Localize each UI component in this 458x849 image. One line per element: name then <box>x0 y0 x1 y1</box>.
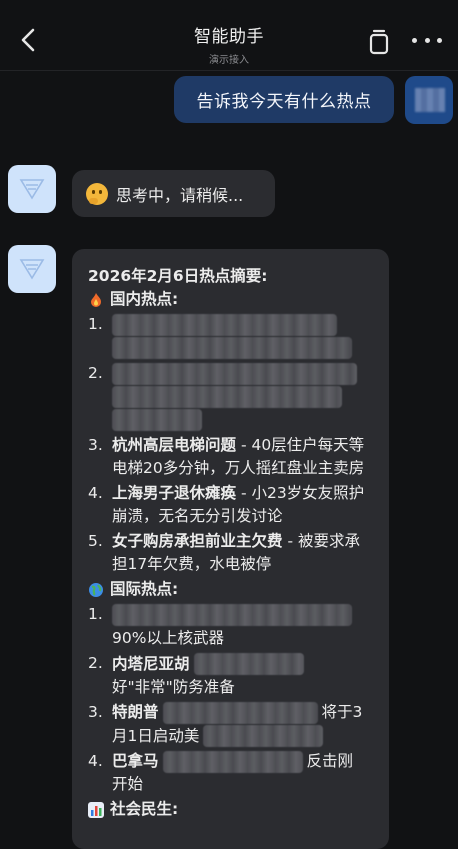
list-item[interactable]: 2. <box>88 362 373 432</box>
list-item[interactable]: 3. 杭州高层电梯问题 - 40层住户每天等电梯20多分钟，万人摇红盘业主卖房 <box>88 434 373 480</box>
section-social: 社会民生: <box>88 798 373 821</box>
thinking-message: 思考中，请稍候... <box>72 170 275 217</box>
globe-icon <box>89 582 103 597</box>
more-button[interactable] <box>412 30 442 50</box>
redacted-content <box>112 362 373 432</box>
list-item[interactable]: 3. 特朗普 将于3 月1日启动美 <box>88 701 373 748</box>
domestic-list: 1. 2. 3. 杭州高层电梯问题 - 40层住户每天等电梯20多分钟，万人摇红… <box>88 313 373 576</box>
bot-avatar[interactable] <box>8 245 56 293</box>
thinking-face-icon <box>86 182 108 205</box>
user-avatar[interactable] <box>405 76 453 124</box>
assistant-logo-icon <box>19 179 45 200</box>
list-item[interactable]: 2. 内塔尼亚胡 好"非常"防务准备 <box>88 652 373 699</box>
answer-title: 2026年2月6日热点摘要: <box>88 267 268 285</box>
bar-chart-icon <box>88 801 104 818</box>
list-item[interactable]: 4. 上海男子退休瘫痪 - 小23岁女友照护崩溃，无名无分引发讨论 <box>88 482 373 528</box>
assistant-answer: 2026年2月6日热点摘要: 国内热点: 1. 2. 3. 杭州高层电梯问题 -… <box>72 249 389 849</box>
user-message[interactable]: 告诉我今天有什么热点 <box>174 76 394 123</box>
chat-header: 智能助手 演示接入 <box>0 0 458 71</box>
list-item[interactable]: 4. 巴拿马 反击刚 开始 <box>88 750 373 796</box>
list-item[interactable]: 1. <box>88 313 373 360</box>
more-dots-icon <box>412 37 417 43</box>
redacted-content <box>112 313 373 360</box>
bot-avatar[interactable] <box>8 165 56 213</box>
copy-button[interactable] <box>366 28 392 56</box>
fire-icon <box>91 292 101 307</box>
international-list: 1. 90%以上核武器 2. 内塔尼亚胡 好"非常"防务准备 3. 特朗普 将于3… <box>88 603 373 796</box>
list-item[interactable]: 1. 90%以上核武器 <box>88 603 373 650</box>
section-international: 国际热点: <box>88 578 373 601</box>
section-domestic: 国内热点: <box>88 288 373 311</box>
copy-icon <box>369 29 389 55</box>
assistant-logo-icon <box>19 259 45 280</box>
list-item[interactable]: 5. 女子购房承担前业主欠费 - 被要求承担17年欠费，水电被停 <box>88 530 373 576</box>
thinking-text: 思考中，请稍候... <box>116 185 244 205</box>
